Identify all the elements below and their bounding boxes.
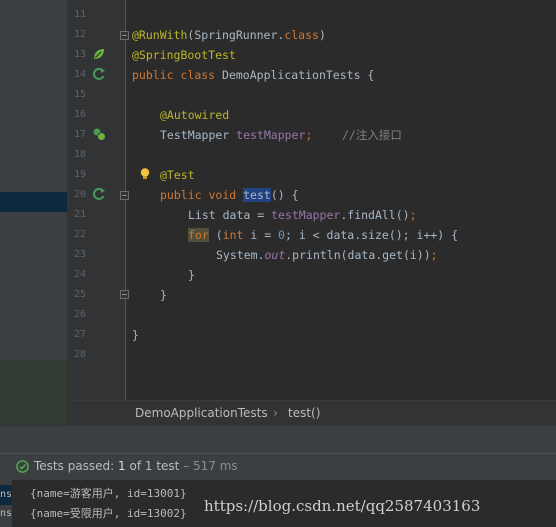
code-line-25[interactable]: } — [160, 285, 167, 305]
annotation: @SpringBootTest — [132, 48, 236, 62]
breadcrumb-separator: › — [273, 406, 278, 420]
watermark-url: https://blog.csdn.net/qq2587403163 — [204, 497, 481, 515]
line-number: 14 — [73, 69, 86, 80]
method-name-highlight[interactable]: test — [243, 188, 271, 202]
line-number: 23 — [73, 249, 86, 260]
breadcrumb-class[interactable]: DemoApplicationTests — [135, 401, 268, 426]
console-side-label[interactable]: ns — [0, 507, 12, 521]
code-line-21[interactable]: List data = testMapper.findAll(); — [188, 205, 417, 225]
run-test-icon[interactable] — [92, 67, 106, 81]
intention-bulb-icon[interactable] — [138, 167, 152, 181]
test-status-bar: Tests passed: 1 of 1 test – 517 ms — [0, 453, 556, 480]
code-line-24[interactable]: } — [188, 265, 195, 285]
line-number: 25 — [73, 289, 86, 300]
fold-marker[interactable] — [120, 31, 129, 40]
annotation: @Test — [160, 168, 195, 182]
annotation: @RunWith — [132, 28, 188, 42]
annotation: @Autowired — [160, 108, 230, 122]
fold-marker[interactable] — [120, 191, 129, 200]
code-line-20[interactable]: public void test() { — [160, 185, 299, 205]
code-line-22[interactable]: for (int i = 0; i < data.size(); i++) { — [188, 225, 458, 245]
line-number: 16 — [73, 109, 86, 120]
line-number: 28 — [73, 349, 86, 360]
code-line-27[interactable]: } — [132, 325, 139, 345]
console-line: {name=受限用户, id=13002} — [30, 507, 187, 520]
line-number: 15 — [73, 89, 86, 100]
fold-marker[interactable] — [120, 290, 129, 299]
breadcrumb-method[interactable]: test() — [288, 401, 320, 426]
line-number: 21 — [73, 209, 86, 220]
line-number: 19 — [73, 169, 86, 180]
code-line-16[interactable]: @Autowired — [160, 105, 229, 125]
line-number: 11 — [73, 9, 86, 20]
code-line-19[interactable]: @Test — [160, 165, 195, 185]
code-line-12[interactable]: @RunWith(SpringRunner.class) — [132, 25, 326, 45]
console-side-label[interactable]: ns — [0, 488, 12, 502]
line-number: 17 — [73, 129, 86, 140]
code-line-14[interactable]: public class DemoApplicationTests { — [132, 65, 374, 85]
line-number: 24 — [73, 269, 86, 280]
line-number: 12 — [73, 29, 86, 40]
breadcrumb: DemoApplicationTests › test() — [68, 400, 556, 425]
line-number: 26 — [73, 309, 86, 320]
toolwindow-header — [0, 425, 556, 453]
code-line-17[interactable]: TestMapper testMapper; — [160, 125, 312, 145]
code-line-13[interactable]: @SpringBootTest — [132, 45, 236, 65]
line-number: 22 — [73, 229, 86, 240]
run-test-icon[interactable] — [92, 187, 106, 201]
tests-passed-text: Tests passed: 1 of 1 test – 517 ms — [34, 459, 238, 473]
project-highlight-area — [0, 360, 68, 425]
gutter-border — [125, 0, 126, 400]
line-number: 20 — [73, 189, 86, 200]
code-comment: //注入接口 — [342, 128, 402, 142]
line-number: 27 — [73, 329, 86, 340]
project-selected-row[interactable] — [0, 192, 68, 212]
autowired-bean-icon[interactable] — [92, 127, 106, 141]
line-number: 18 — [73, 149, 86, 160]
spring-bean-icon[interactable] — [92, 47, 106, 61]
project-panel — [0, 0, 68, 425]
console-line: {name=游客用户, id=13001} — [30, 487, 187, 500]
code-line-23[interactable]: System.out.println(data.get(i)); — [216, 245, 438, 265]
pass-check-icon — [16, 460, 29, 473]
line-number: 13 — [73, 49, 86, 60]
